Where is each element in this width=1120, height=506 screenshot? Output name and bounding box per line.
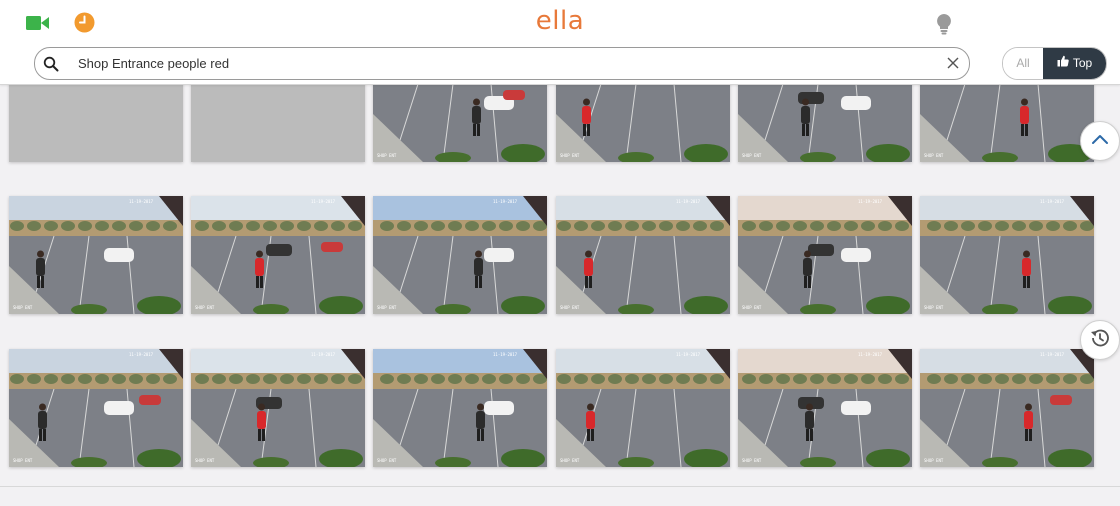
svg-text:SHOP ENT: SHOP ENT [377,305,397,310]
svg-text:SHOP ENT: SHOP ENT [742,153,762,158]
svg-text:SHOP ENT: SHOP ENT [13,305,33,310]
svg-text:SHOP ENT: SHOP ENT [742,305,762,310]
result-thumbnail[interactable]: 11-19-2017 SHOP ENT [9,349,183,467]
result-thumbnail[interactable]: 11-19-2017 SHOP ENT [920,349,1094,467]
svg-text:11-19-2017: 11-19-2017 [311,199,336,204]
result-thumbnail[interactable]: 11-19-2017 SHOP ENT [738,349,912,467]
svg-text:SHOP ENT: SHOP ENT [924,153,944,158]
svg-text:11-19-2017: 11-19-2017 [493,352,518,357]
svg-text:11-19-2017: 11-19-2017 [493,199,518,204]
svg-text:11-19-2017: 11-19-2017 [1040,199,1065,204]
svg-text:11-19-2017: 11-19-2017 [129,199,154,204]
result-thumbnail[interactable]: 11-19-2017 SHOP ENT [373,196,547,314]
svg-text:SHOP ENT: SHOP ENT [13,458,33,463]
svg-text:SHOP ENT: SHOP ENT [195,458,215,463]
search-icon[interactable] [43,56,59,72]
result-thumbnail[interactable]: 11-19-2017 SHOP ENT [373,349,547,467]
result-thumbnail[interactable]: 11-19-2017 SHOP ENT [9,196,183,314]
svg-text:SHOP ENT: SHOP ENT [377,153,397,158]
close-icon[interactable] [946,56,960,70]
svg-text:SHOP ENT: SHOP ENT [560,458,580,463]
result-filter-toggle: All Top [1002,47,1107,80]
svg-text:11-19-2017: 11-19-2017 [858,199,883,204]
result-thumbnail[interactable]: 11-19-2017 SHOP ENT [738,196,912,314]
svg-text:SHOP ENT: SHOP ENT [195,305,215,310]
svg-text:SHOP ENT: SHOP ENT [924,458,944,463]
history-icon [1089,327,1111,354]
recent-searches-button[interactable] [1080,320,1120,360]
result-thumbnail[interactable]: 11-19-2017 SHOP ENT [556,349,730,467]
svg-text:11-19-2017: 11-19-2017 [1040,352,1065,357]
svg-text:11-19-2017: 11-19-2017 [311,352,336,357]
filter-top-label: Top [1072,56,1093,70]
svg-text:11-19-2017: 11-19-2017 [676,199,701,204]
svg-text:SHOP ENT: SHOP ENT [560,305,580,310]
chevron-up-icon [1091,132,1109,150]
app-header: ella Shop Entrance people red All Top [0,0,1120,85]
svg-text:SHOP ENT: SHOP ENT [924,305,944,310]
result-thumbnail[interactable]: 11-19-2017 SHOP ENT [191,196,365,314]
result-thumbnail[interactable]: 11-19-2017 SHOP ENT [920,196,1094,314]
lightbulb-icon[interactable] [935,13,953,35]
svg-text:SHOP ENT: SHOP ENT [377,458,397,463]
scroll-to-top-button[interactable] [1080,121,1120,161]
grid-bottom-divider [0,486,1120,487]
svg-text:11-19-2017: 11-19-2017 [676,352,701,357]
svg-text:11-19-2017: 11-19-2017 [129,352,154,357]
svg-text:SHOP ENT: SHOP ENT [560,153,580,158]
result-thumbnail[interactable]: 11-19-2017 SHOP ENT [191,349,365,467]
filter-all-button[interactable]: All [1003,48,1043,79]
result-thumbnail[interactable]: 11-19-2017 SHOP ENT [556,196,730,314]
search-bar[interactable]: Shop Entrance people red [34,47,970,80]
thumbs-up-icon [1057,48,1069,79]
filter-top-button[interactable]: Top [1043,48,1106,79]
svg-text:SHOP ENT: SHOP ENT [742,458,762,463]
search-input[interactable]: Shop Entrance people red [78,56,229,71]
svg-text:11-19-2017: 11-19-2017 [858,352,883,357]
